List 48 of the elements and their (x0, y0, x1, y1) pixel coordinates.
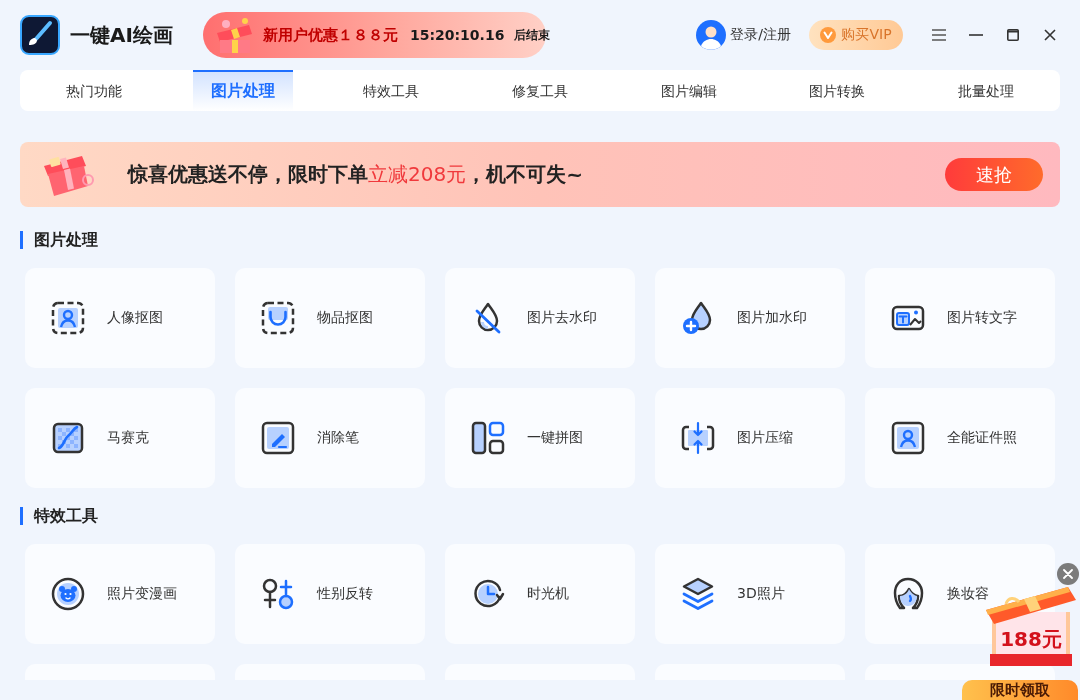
tool-card[interactable]: 图片加水印 (655, 268, 845, 368)
brush-logo-icon (20, 15, 60, 55)
tool-card[interactable]: 图片去水印 (445, 268, 635, 368)
tool-card[interactable]: 消除笔 (235, 388, 425, 488)
gender-symbols-icon (260, 576, 296, 612)
tool-card[interactable]: 物品抠图 (235, 268, 425, 368)
promo-offer: 新用户优惠１８８元 (262, 25, 398, 45)
id-photo-icon (890, 420, 926, 456)
promo-message: 惊喜优惠送不停，限时下单立减208元，机不可失~ (128, 161, 583, 188)
tool-card[interactable]: 一键拼图 (445, 388, 635, 488)
app-title: 一键AI绘画 (70, 21, 173, 49)
mosaic-icon (50, 420, 86, 456)
tab[interactable]: 修复工具 (490, 70, 590, 111)
maximize-icon (1007, 29, 1019, 41)
close-icon (1063, 569, 1073, 579)
login-link[interactable]: 登录/注册 (696, 20, 791, 50)
tool-card[interactable]: 性别反转 (235, 544, 425, 644)
countdown-timer: 15:20:10.16 (409, 27, 505, 43)
tool-card[interactable]: 全能证件照 (865, 388, 1055, 488)
claim-button[interactable]: 限时领取 (962, 680, 1078, 700)
vip-badge-icon (820, 27, 837, 43)
tool-card[interactable]: 时光机 (445, 544, 635, 644)
tab[interactable]: 图片转换 (787, 70, 888, 111)
layers-icon (680, 576, 716, 612)
avatar-icon (696, 20, 727, 50)
tab[interactable]: 特效工具 (341, 70, 442, 111)
collage-icon (470, 420, 506, 456)
tool-card[interactable]: 图片压缩 (655, 388, 845, 488)
tool-card[interactable]: 3D照片 (655, 544, 845, 644)
compress-icon (680, 420, 716, 456)
tab[interactable]: 图片处理 (192, 70, 293, 111)
minimize-icon (969, 34, 983, 36)
object-cutout-icon (260, 300, 296, 336)
menu-icon (931, 28, 947, 42)
close-icon (1044, 29, 1056, 41)
tool-card[interactable]: 图片转文字 (865, 268, 1055, 368)
section-title: 图片处理 (20, 231, 1055, 249)
tool-card[interactable]: 马赛克 (25, 388, 215, 488)
tool-card[interactable]: 人像抠图 (25, 268, 215, 368)
tab[interactable]: 批量处理 (935, 70, 1036, 111)
tab[interactable]: 热门功能 (44, 70, 145, 111)
bear-face-icon (50, 576, 86, 612)
pen-square-icon (260, 420, 296, 456)
tool-card[interactable] (865, 664, 1055, 680)
portrait-cutout-icon (50, 300, 86, 336)
tab[interactable]: 图片编辑 (638, 70, 739, 111)
tool-card[interactable]: 照片变漫画 (25, 544, 215, 644)
section-title: 特效工具 (20, 507, 1055, 525)
